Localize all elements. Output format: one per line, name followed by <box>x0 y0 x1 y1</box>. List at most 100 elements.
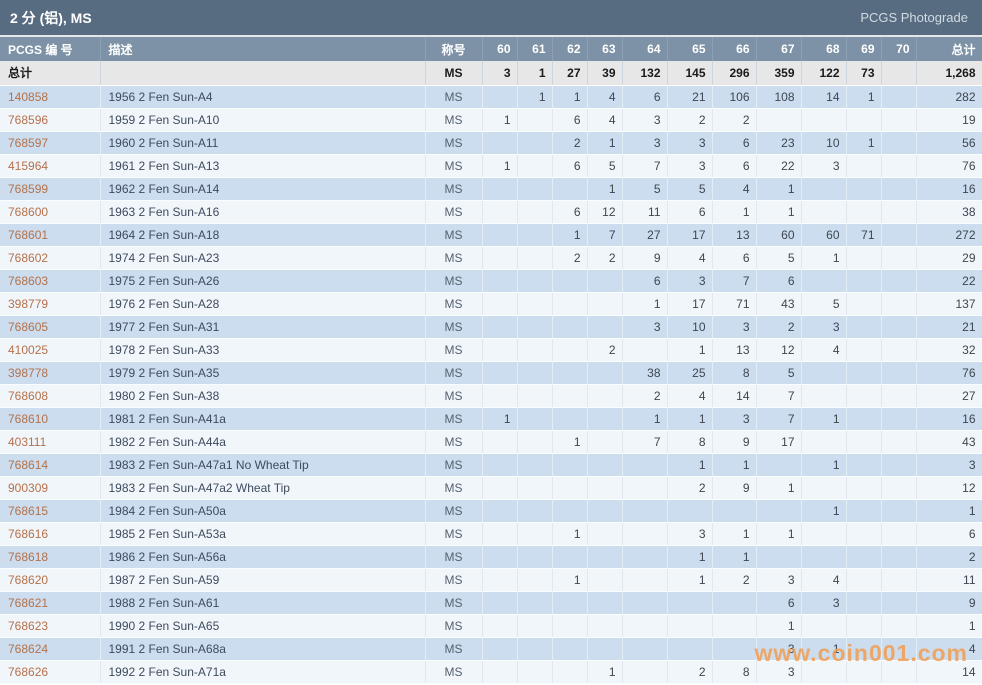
pcgs-number-link[interactable]: 768597 <box>0 131 101 155</box>
pcgs-number-link[interactable]: 398778 <box>0 361 101 385</box>
grade-67-count: 43 <box>756 292 802 316</box>
photograde-link[interactable]: PCGS Photograde <box>860 10 968 25</box>
grade-63-count: 2 <box>587 338 623 362</box>
row-total: 38 <box>916 200 982 224</box>
pcgs-number-link[interactable]: 768614 <box>0 453 101 477</box>
grade-65-count: 5 <box>667 177 713 201</box>
grade-70-count <box>881 637 917 661</box>
grade-64-count <box>622 476 668 500</box>
grade-68-count <box>801 522 847 546</box>
grade-69-count <box>846 269 882 293</box>
pcgs-number-link[interactable]: 398779 <box>0 292 101 316</box>
coin-description: 1963 2 Fen Sun-A16 <box>100 200 426 224</box>
grade-70-count <box>881 522 917 546</box>
pcgs-number-link[interactable]: 768618 <box>0 545 101 569</box>
designation-value: MS <box>425 223 483 247</box>
grade-69-count <box>846 660 882 684</box>
row-total: 29 <box>916 246 982 270</box>
grade-70-count <box>881 223 917 247</box>
grade-60-count <box>482 177 518 201</box>
pcgs-number-link[interactable]: 415964 <box>0 154 101 178</box>
grade-66-count: 9 <box>712 476 757 500</box>
grade-69-count <box>846 430 882 454</box>
grade-63-count <box>587 545 623 569</box>
pcgs-number-link[interactable]: 768624 <box>0 637 101 661</box>
pcgs-number-link[interactable]: 768596 <box>0 108 101 132</box>
designation-value: MS <box>425 108 483 132</box>
pcgs-number-link[interactable]: 768615 <box>0 499 101 523</box>
pcgs-number-link[interactable]: 768601 <box>0 223 101 247</box>
grade-65-count: 1 <box>667 545 713 569</box>
grade-65-count: 17 <box>667 223 713 247</box>
grade-60-count <box>482 660 518 684</box>
grade-68-count: 4 <box>801 338 847 362</box>
grade-64-count: 3 <box>622 108 668 132</box>
table-row: 768608 1980 2 Fen Sun-A38 MS 2 4 14 7 27 <box>0 384 982 408</box>
pcgs-number-link[interactable]: 768610 <box>0 407 101 431</box>
designation-value: MS <box>425 154 483 178</box>
grade-62-count <box>552 177 588 201</box>
row-total: 16 <box>916 177 982 201</box>
grade-67-count: 5 <box>756 246 802 270</box>
grade-67-count: 7 <box>756 384 802 408</box>
grade-60-count <box>482 499 518 523</box>
grade-69-count: 1 <box>846 131 882 155</box>
grade-64-count: 38 <box>622 361 668 385</box>
grade-69-count <box>846 154 882 178</box>
grade-66-count: 1 <box>712 545 757 569</box>
col-header-description: 描述 <box>100 37 426 61</box>
pcgs-number-link[interactable]: 900309 <box>0 476 101 500</box>
coin-description: 1964 2 Fen Sun-A18 <box>100 223 426 247</box>
designation-value: MS <box>425 292 483 316</box>
column-header-row: PCGS 编 号 描述 称号 60 61 62 63 64 65 66 67 68 69 70 总计 <box>0 37 982 61</box>
grade-60-count <box>482 223 518 247</box>
grade-65-count <box>667 499 713 523</box>
grade-69-count <box>846 177 882 201</box>
grade-62-count <box>552 292 588 316</box>
designation-value: MS <box>425 614 483 638</box>
grade-66-count: 1 <box>712 200 757 224</box>
designation-value: MS <box>425 545 483 569</box>
grade-61-count <box>517 384 553 408</box>
grade-61-count <box>517 614 553 638</box>
pcgs-number-link[interactable]: 768608 <box>0 384 101 408</box>
pcgs-number-link[interactable]: 768620 <box>0 568 101 592</box>
grade-70-count <box>881 108 917 132</box>
grade-60-count <box>482 453 518 477</box>
grade-62-count <box>552 269 588 293</box>
grade-67-count: 7 <box>756 407 802 431</box>
row-total: 1 <box>916 614 982 638</box>
pcgs-number-link[interactable]: 768599 <box>0 177 101 201</box>
grade-70-count <box>881 269 917 293</box>
pcgs-number-link[interactable]: 768600 <box>0 200 101 224</box>
pcgs-number-link[interactable]: 403111 <box>0 430 101 454</box>
grade-60-count <box>482 476 518 500</box>
table-row: 768600 1963 2 Fen Sun-A16 MS 6 12 11 6 1 1 38 <box>0 200 982 224</box>
grade-67-count: 5 <box>756 361 802 385</box>
coin-description: 1979 2 Fen Sun-A35 <box>100 361 426 385</box>
col-header-designation: 称号 <box>425 37 483 61</box>
col-header-grade-66: 66 <box>712 37 757 61</box>
grade-67-count <box>756 499 802 523</box>
grade-60-count <box>482 315 518 339</box>
grade-60-count <box>482 545 518 569</box>
pcgs-number-link[interactable]: 768603 <box>0 269 101 293</box>
grade-61-count <box>517 591 553 615</box>
pcgs-number-link[interactable]: 768626 <box>0 660 101 684</box>
pcgs-number-link[interactable]: 140858 <box>0 85 101 109</box>
pcgs-number-link[interactable]: 410025 <box>0 338 101 362</box>
grade-70-count <box>881 407 917 431</box>
coin-description: 1962 2 Fen Sun-A14 <box>100 177 426 201</box>
grade-61-count <box>517 108 553 132</box>
pcgs-number-link[interactable]: 768602 <box>0 246 101 270</box>
grade-63-count: 4 <box>587 108 623 132</box>
coin-description: 1961 2 Fen Sun-A13 <box>100 154 426 178</box>
pcgs-number-link[interactable]: 768623 <box>0 614 101 638</box>
pcgs-number-link[interactable]: 768616 <box>0 522 101 546</box>
pcgs-number-link[interactable]: 768605 <box>0 315 101 339</box>
grade-70-count <box>881 568 917 592</box>
row-total: 9 <box>916 591 982 615</box>
grade-63-count <box>587 568 623 592</box>
pcgs-number-link[interactable]: 768621 <box>0 591 101 615</box>
grade-66-count <box>712 591 757 615</box>
